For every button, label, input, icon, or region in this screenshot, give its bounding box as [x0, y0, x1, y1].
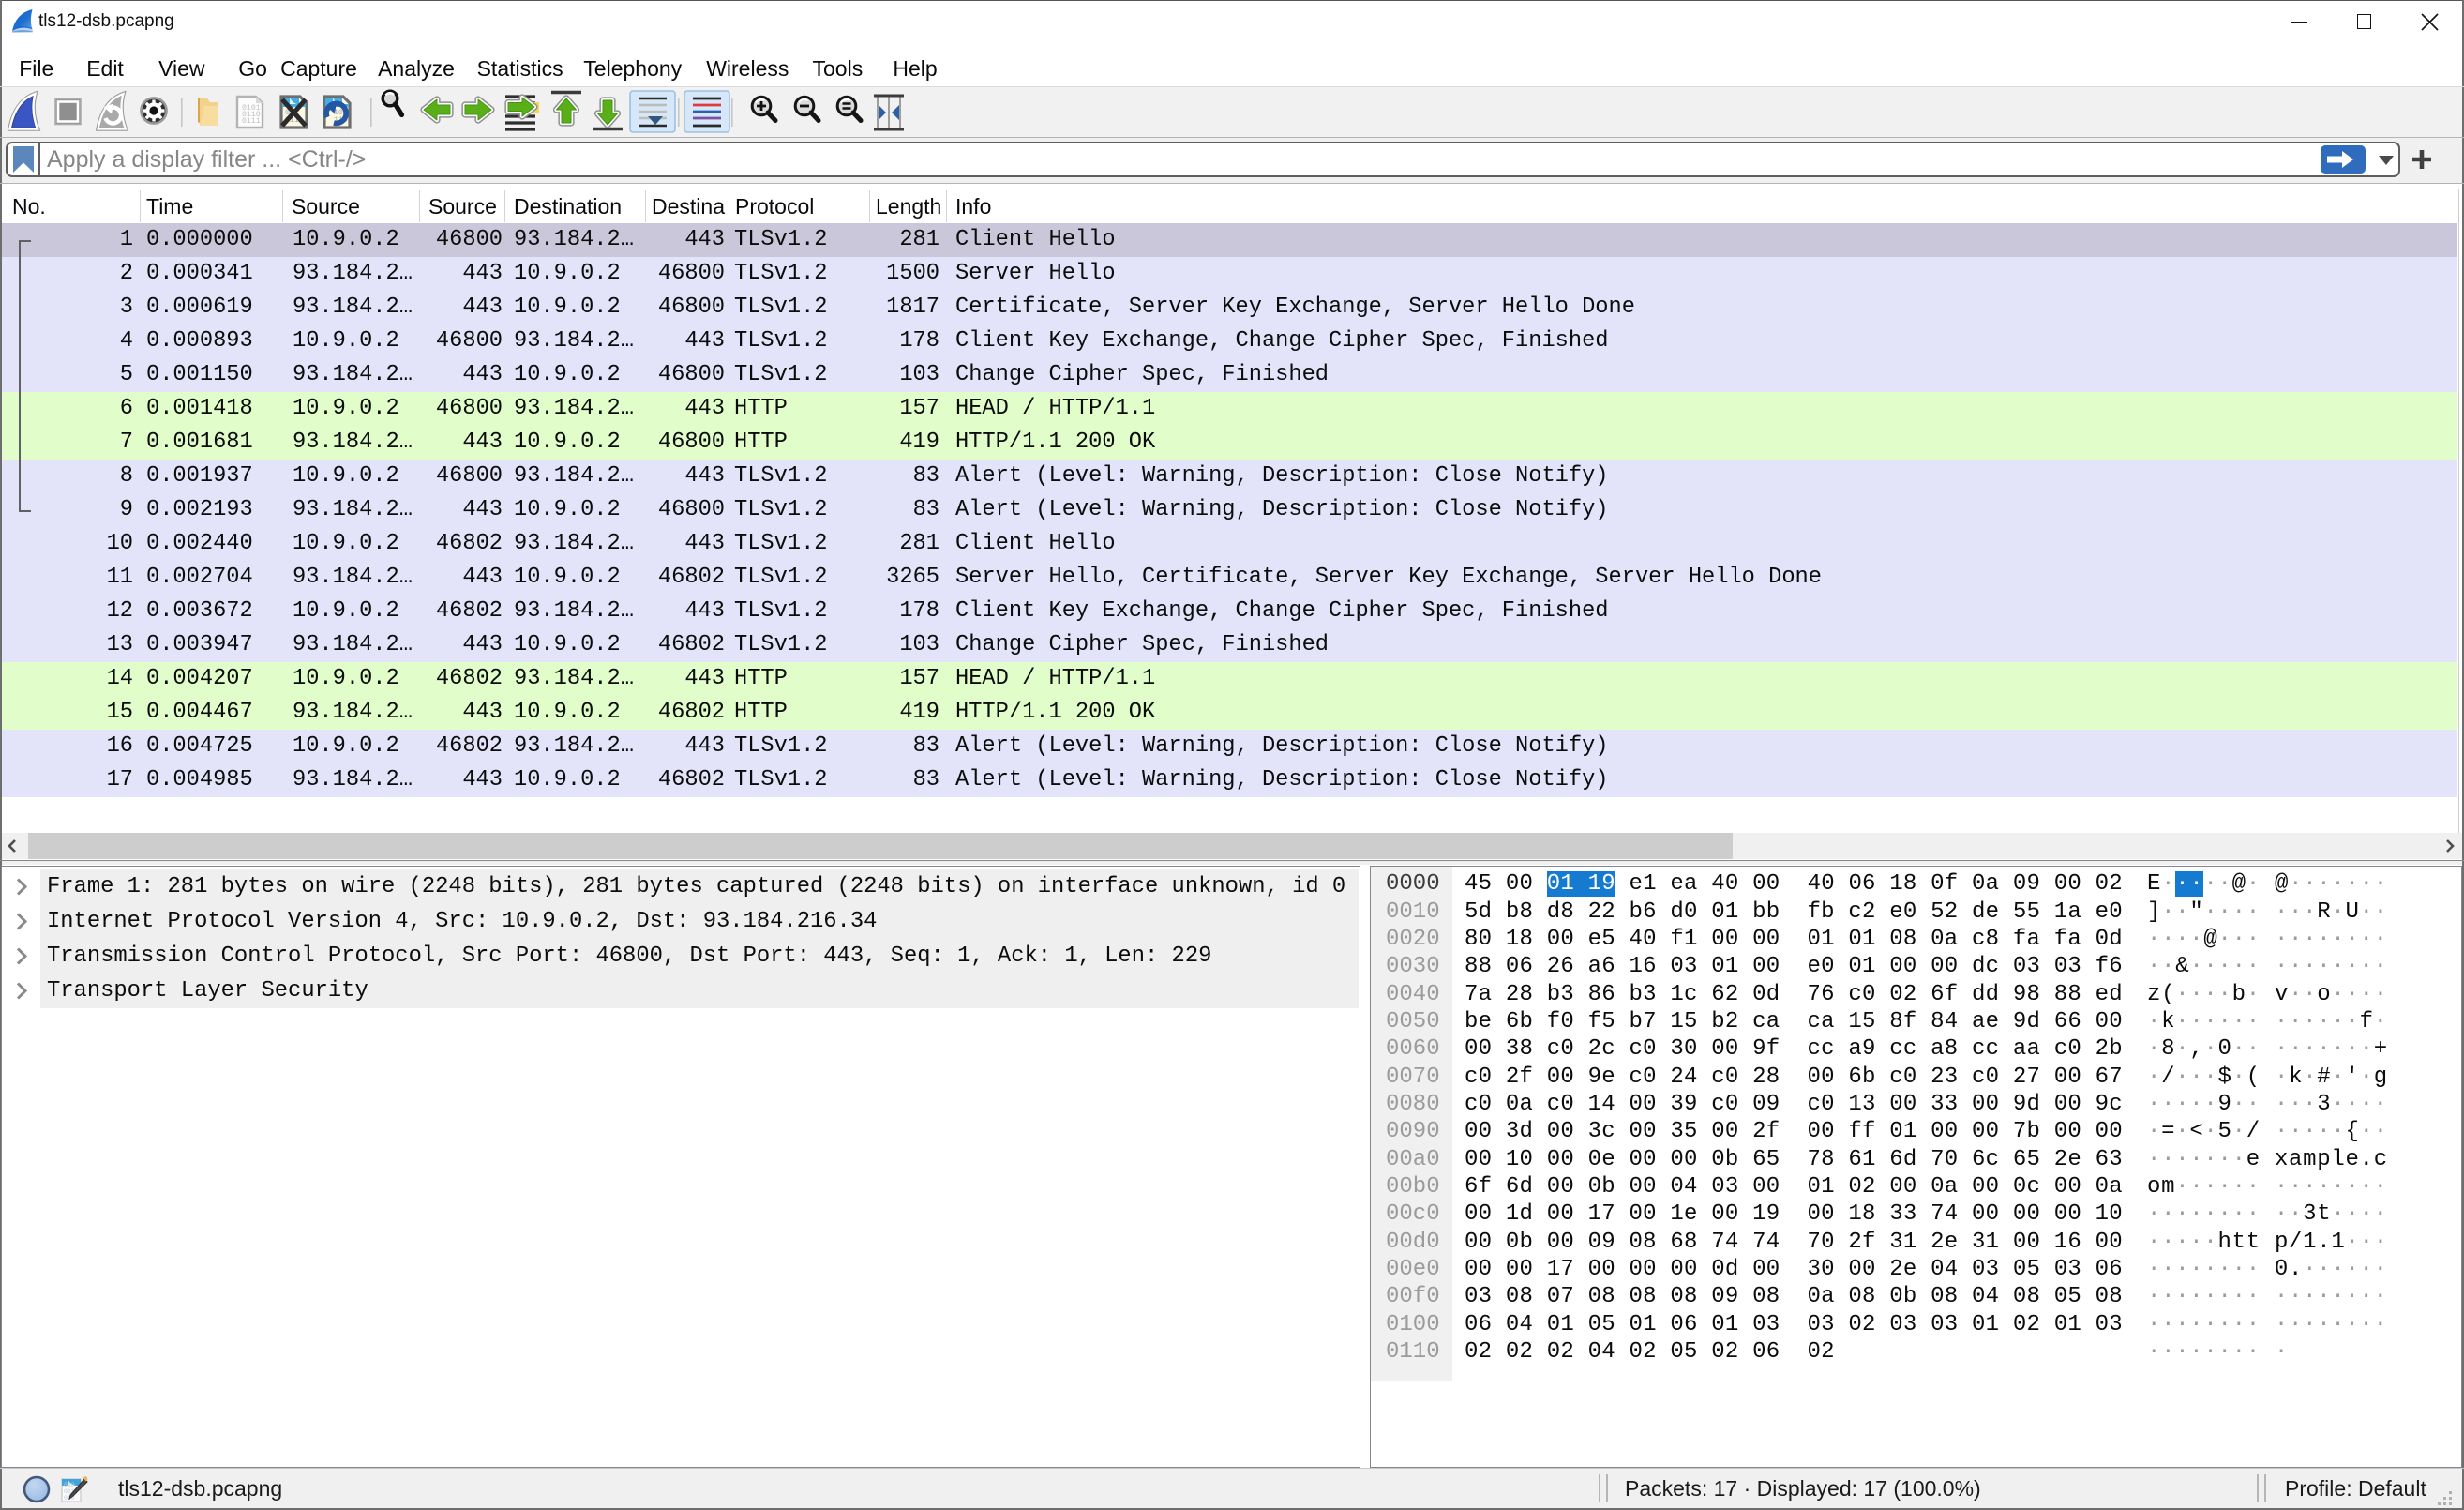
- svg-text:010: 010: [64, 1482, 75, 1488]
- svg-text:0111: 0111: [242, 117, 261, 126]
